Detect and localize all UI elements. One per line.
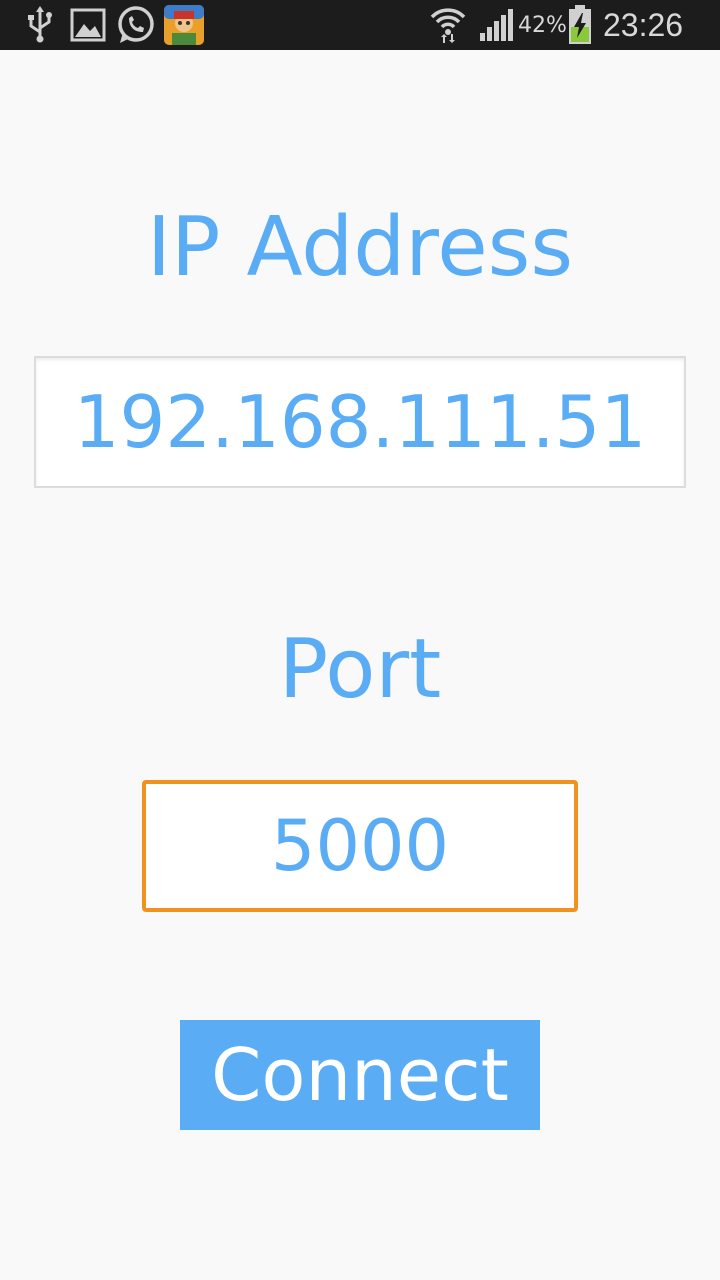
ip-address-label: IP Address <box>146 200 574 295</box>
wifi-icon <box>430 0 466 50</box>
clock: 23:26 <box>603 6 684 43</box>
ip-address-input[interactable]: 192.168.111.51 <box>34 356 686 488</box>
image-icon <box>70 0 106 50</box>
status-bar: 42% 23:26 <box>0 0 720 50</box>
battery-percent: 42% <box>518 12 567 38</box>
signal-icon <box>478 0 514 50</box>
usb-icon <box>26 0 54 50</box>
whatsapp-icon <box>116 0 156 50</box>
battery-icon <box>568 0 592 50</box>
port-input[interactable]: 5000 <box>142 780 578 912</box>
port-label: Port <box>278 622 442 717</box>
connect-button[interactable]: Connect <box>180 1020 540 1130</box>
game-app-icon <box>164 0 204 50</box>
